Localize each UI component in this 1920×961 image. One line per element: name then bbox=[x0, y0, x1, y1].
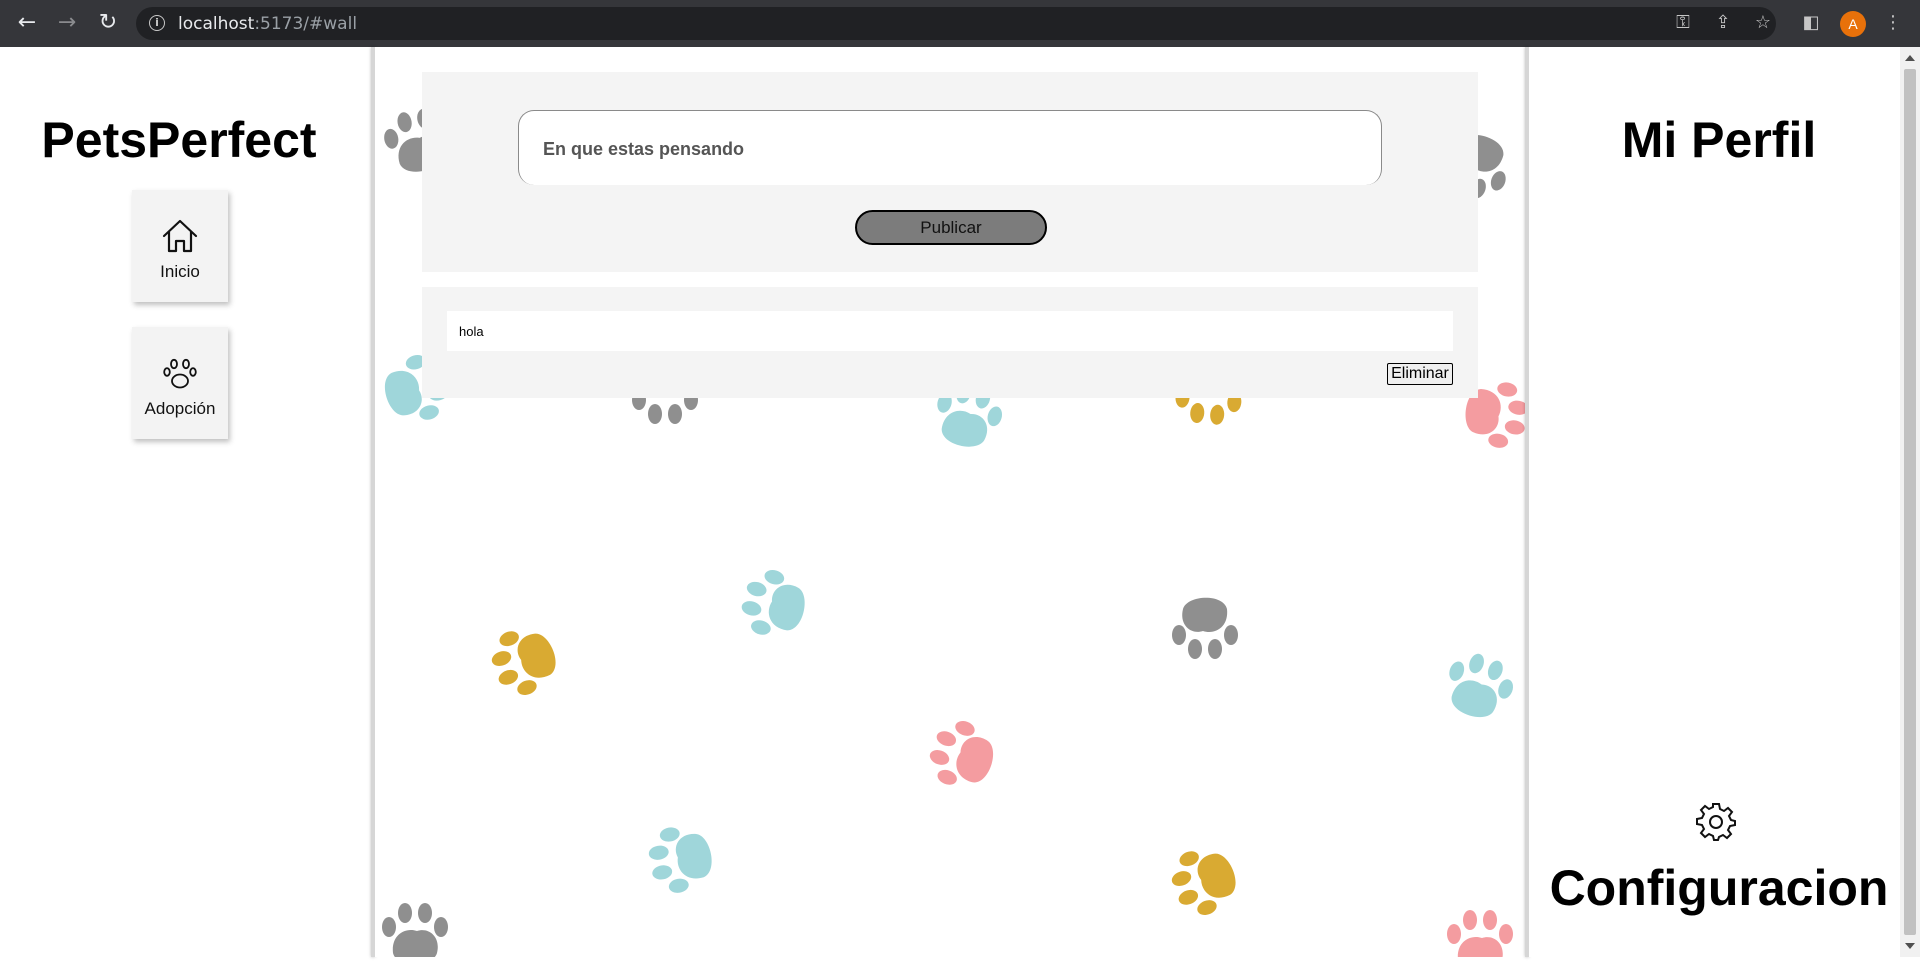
forward-arrow-icon[interactable]: → bbox=[55, 11, 79, 35]
settings-label[interactable]: Configuracion bbox=[1529, 859, 1909, 917]
left-sidebar: PetsPerfect Inicio Adopción bbox=[0, 47, 371, 957]
bookmark-star-icon[interactable]: ☆ bbox=[1752, 12, 1774, 34]
brand-title: PetsPerfect bbox=[41, 112, 317, 168]
scroll-down-arrow-icon[interactable] bbox=[1905, 943, 1915, 949]
share-icon[interactable]: ⇪ bbox=[1712, 12, 1734, 34]
nav-item-label: Inicio bbox=[160, 262, 200, 281]
publish-button[interactable]: Publicar bbox=[855, 210, 1047, 245]
nav-item-inicio[interactable]: Inicio bbox=[132, 190, 228, 302]
right-sidebar: Mi Perfil Configuracion bbox=[1529, 47, 1900, 957]
back-arrow-icon[interactable]: ← bbox=[15, 11, 39, 35]
paw-icon bbox=[163, 358, 197, 389]
post-content: hola bbox=[447, 311, 1453, 351]
home-icon bbox=[162, 219, 198, 253]
address-bar[interactable]: i localhost:5173/#wall bbox=[136, 7, 1776, 40]
wall-area: En que estas pensando Publicar hola Elim… bbox=[375, 47, 1525, 957]
browser-toolbar: ← → ↻ i localhost:5173/#wall ⚿ ⇪ ☆ ◧ A ⋮ bbox=[0, 0, 1920, 47]
gear-icon[interactable] bbox=[1696, 802, 1736, 842]
nav-item-label: Adopción bbox=[144, 399, 216, 418]
page-scrollbar[interactable] bbox=[1900, 47, 1920, 957]
delete-post-button[interactable]: Eliminar bbox=[1387, 363, 1453, 385]
reload-icon[interactable]: ↻ bbox=[96, 11, 120, 35]
scroll-up-arrow-icon[interactable] bbox=[1905, 55, 1915, 61]
side-panel-icon[interactable]: ◧ bbox=[1800, 12, 1822, 34]
app-root: PetsPerfect Inicio Adopción En que estas… bbox=[0, 47, 1900, 957]
nav-item-adopcion[interactable]: Adopción bbox=[132, 327, 228, 439]
post-card: hola Eliminar bbox=[422, 287, 1478, 398]
site-info-icon[interactable]: i bbox=[149, 15, 165, 31]
post-input[interactable]: En que estas pensando bbox=[518, 110, 1382, 185]
key-icon[interactable]: ⚿ bbox=[1672, 12, 1694, 34]
menu-kebab-icon[interactable]: ⋮ bbox=[1882, 12, 1904, 34]
url-text[interactable]: localhost:5173/#wall bbox=[178, 14, 357, 34]
profile-title[interactable]: Mi Perfil bbox=[1529, 111, 1909, 169]
post-composer: En que estas pensando Publicar bbox=[422, 72, 1478, 272]
scrollbar-thumb[interactable] bbox=[1904, 69, 1916, 935]
profile-avatar[interactable]: A bbox=[1840, 11, 1866, 37]
